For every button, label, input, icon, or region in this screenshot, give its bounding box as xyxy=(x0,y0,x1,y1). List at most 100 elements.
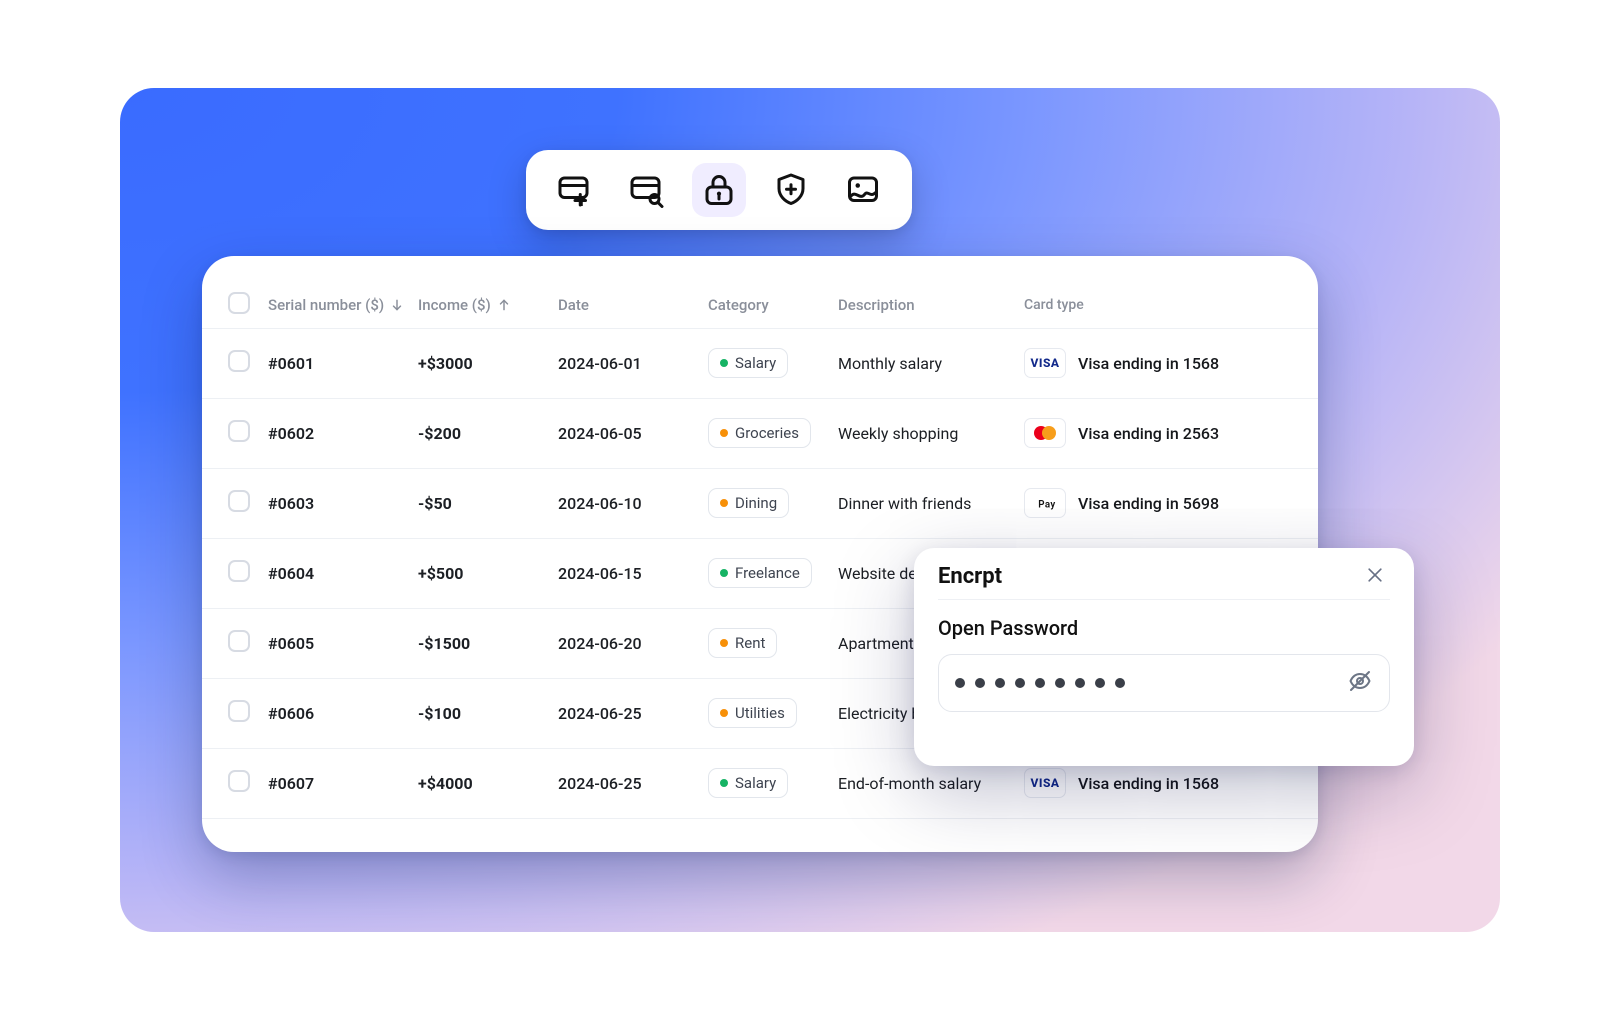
lock-icon xyxy=(701,172,737,208)
svg-text:Pay: Pay xyxy=(1038,499,1055,510)
column-header-category[interactable]: Category xyxy=(702,282,832,328)
serial-cell: #0605 xyxy=(262,608,412,678)
card-cell-wrap: Visa ending in 2563 xyxy=(1018,398,1318,468)
dot-icon xyxy=(720,779,728,787)
date-cell: 2024-06-20 xyxy=(552,608,702,678)
toolbar-item-card-search[interactable] xyxy=(620,163,674,217)
income-cell: -$200 xyxy=(412,398,552,468)
category-chip: Rent xyxy=(708,628,777,658)
row-checkbox[interactable] xyxy=(228,630,250,652)
date-cell: 2024-06-01 xyxy=(552,328,702,398)
password-field[interactable] xyxy=(938,654,1390,712)
mastercard-icon xyxy=(1024,418,1066,448)
date-cell: 2024-06-25 xyxy=(552,748,702,818)
password-label: Open Password xyxy=(938,616,1390,640)
card-search-icon xyxy=(629,172,665,208)
category-cell: Dining xyxy=(702,468,832,538)
toolbar: T xyxy=(526,150,912,230)
image-swirl-icon xyxy=(845,172,881,208)
column-label: Card type xyxy=(1024,297,1084,313)
date-cell: 2024-06-15 xyxy=(552,538,702,608)
card-text: Visa ending in 5698 xyxy=(1078,494,1219,513)
column-header-serial[interactable]: Serial number ($) xyxy=(262,282,412,328)
category-label: Salary xyxy=(735,774,776,792)
shield-plus-icon xyxy=(773,172,809,208)
income-cell: -$1500 xyxy=(412,608,552,678)
close-icon xyxy=(1365,565,1385,589)
dot-icon xyxy=(720,499,728,507)
category-cell: Rent xyxy=(702,608,832,678)
category-chip: Groceries xyxy=(708,418,811,448)
category-label: Groceries xyxy=(735,424,799,442)
row-checkbox[interactable] xyxy=(228,770,250,792)
toolbar-item-lock[interactable] xyxy=(692,163,746,217)
card-text: Visa ending in 2563 xyxy=(1078,424,1219,443)
serial-cell: #0601 xyxy=(262,328,412,398)
serial-cell: #0604 xyxy=(262,538,412,608)
dot-icon xyxy=(720,639,728,647)
income-cell: +$4000 xyxy=(412,748,552,818)
sort-asc-icon xyxy=(497,298,511,312)
select-all-checkbox[interactable] xyxy=(228,292,250,314)
svg-text:T: T xyxy=(578,195,586,208)
category-cell: Salary xyxy=(702,748,832,818)
column-label: Description xyxy=(838,296,915,314)
date-cell: 2024-06-10 xyxy=(552,468,702,538)
category-chip: Utilities xyxy=(708,698,797,728)
dot-icon xyxy=(720,359,728,367)
row-checkbox[interactable] xyxy=(228,420,250,442)
table-row[interactable]: #0603-$502024-06-10Dining Dinner with fri… xyxy=(202,468,1318,538)
column-header-income[interactable]: Income ($) xyxy=(412,282,552,328)
category-cell: Salary xyxy=(702,328,832,398)
column-header-date[interactable]: Date xyxy=(552,282,702,328)
eye-off-icon xyxy=(1348,669,1372,697)
category-chip: Salary xyxy=(708,348,788,378)
close-button[interactable] xyxy=(1360,562,1390,592)
table-row[interactable]: #0602-$2002024-06-05GroceriesWeekly shop… xyxy=(202,398,1318,468)
row-checkbox[interactable] xyxy=(228,490,250,512)
income-cell: -$50 xyxy=(412,468,552,538)
card-topup-icon: T xyxy=(557,172,593,208)
sort-desc-icon xyxy=(390,298,404,312)
category-cell: Freelance xyxy=(702,538,832,608)
description-cell: Dinner with friends xyxy=(832,468,1018,538)
dot-icon xyxy=(720,429,728,437)
visa-icon: VISA xyxy=(1024,768,1066,798)
income-cell: +$500 xyxy=(412,538,552,608)
column-label: Serial number ($) xyxy=(268,296,384,314)
category-label: Salary xyxy=(735,354,776,372)
applepay-icon: Pay xyxy=(1024,488,1066,518)
category-label: Rent xyxy=(735,634,765,652)
encrypt-popover: Encrpt Open Password xyxy=(914,548,1414,766)
serial-cell: #0606 xyxy=(262,678,412,748)
category-label: Freelance xyxy=(735,564,800,582)
date-cell: 2024-06-25 xyxy=(552,678,702,748)
column-header-card[interactable]: Card type xyxy=(1018,282,1318,328)
app-stage: T xyxy=(120,88,1500,932)
income-cell: +$3000 xyxy=(412,328,552,398)
card-text: Visa ending in 1568 xyxy=(1078,774,1219,793)
serial-cell: #0603 xyxy=(262,468,412,538)
column-header-description[interactable]: Description xyxy=(832,282,1018,328)
serial-cell: #0607 xyxy=(262,748,412,818)
column-label: Income ($) xyxy=(418,296,491,314)
row-checkbox[interactable] xyxy=(228,350,250,372)
row-checkbox[interactable] xyxy=(228,700,250,722)
dot-icon xyxy=(720,569,728,577)
row-checkbox[interactable] xyxy=(228,560,250,582)
category-chip: Freelance xyxy=(708,558,812,588)
toolbar-item-card-topup[interactable]: T xyxy=(548,163,602,217)
table-row[interactable]: #0601+$30002024-06-01SalaryMonthly salar… xyxy=(202,328,1318,398)
card-text: Visa ending in 1568 xyxy=(1078,354,1219,373)
toggle-visibility-button[interactable] xyxy=(1347,670,1373,696)
column-label: Date xyxy=(558,296,589,314)
category-chip: Salary xyxy=(708,768,788,798)
password-mask xyxy=(955,678,1125,688)
card-cell-wrap: VISA Visa ending in 1568 xyxy=(1018,328,1318,398)
toolbar-item-image-swirl[interactable] xyxy=(836,163,890,217)
visa-icon: VISA xyxy=(1024,348,1066,378)
category-chip: Dining xyxy=(708,488,789,518)
toolbar-item-shield-plus[interactable] xyxy=(764,163,818,217)
popover-title: Encrpt xyxy=(938,564,1002,589)
serial-cell: #0602 xyxy=(262,398,412,468)
